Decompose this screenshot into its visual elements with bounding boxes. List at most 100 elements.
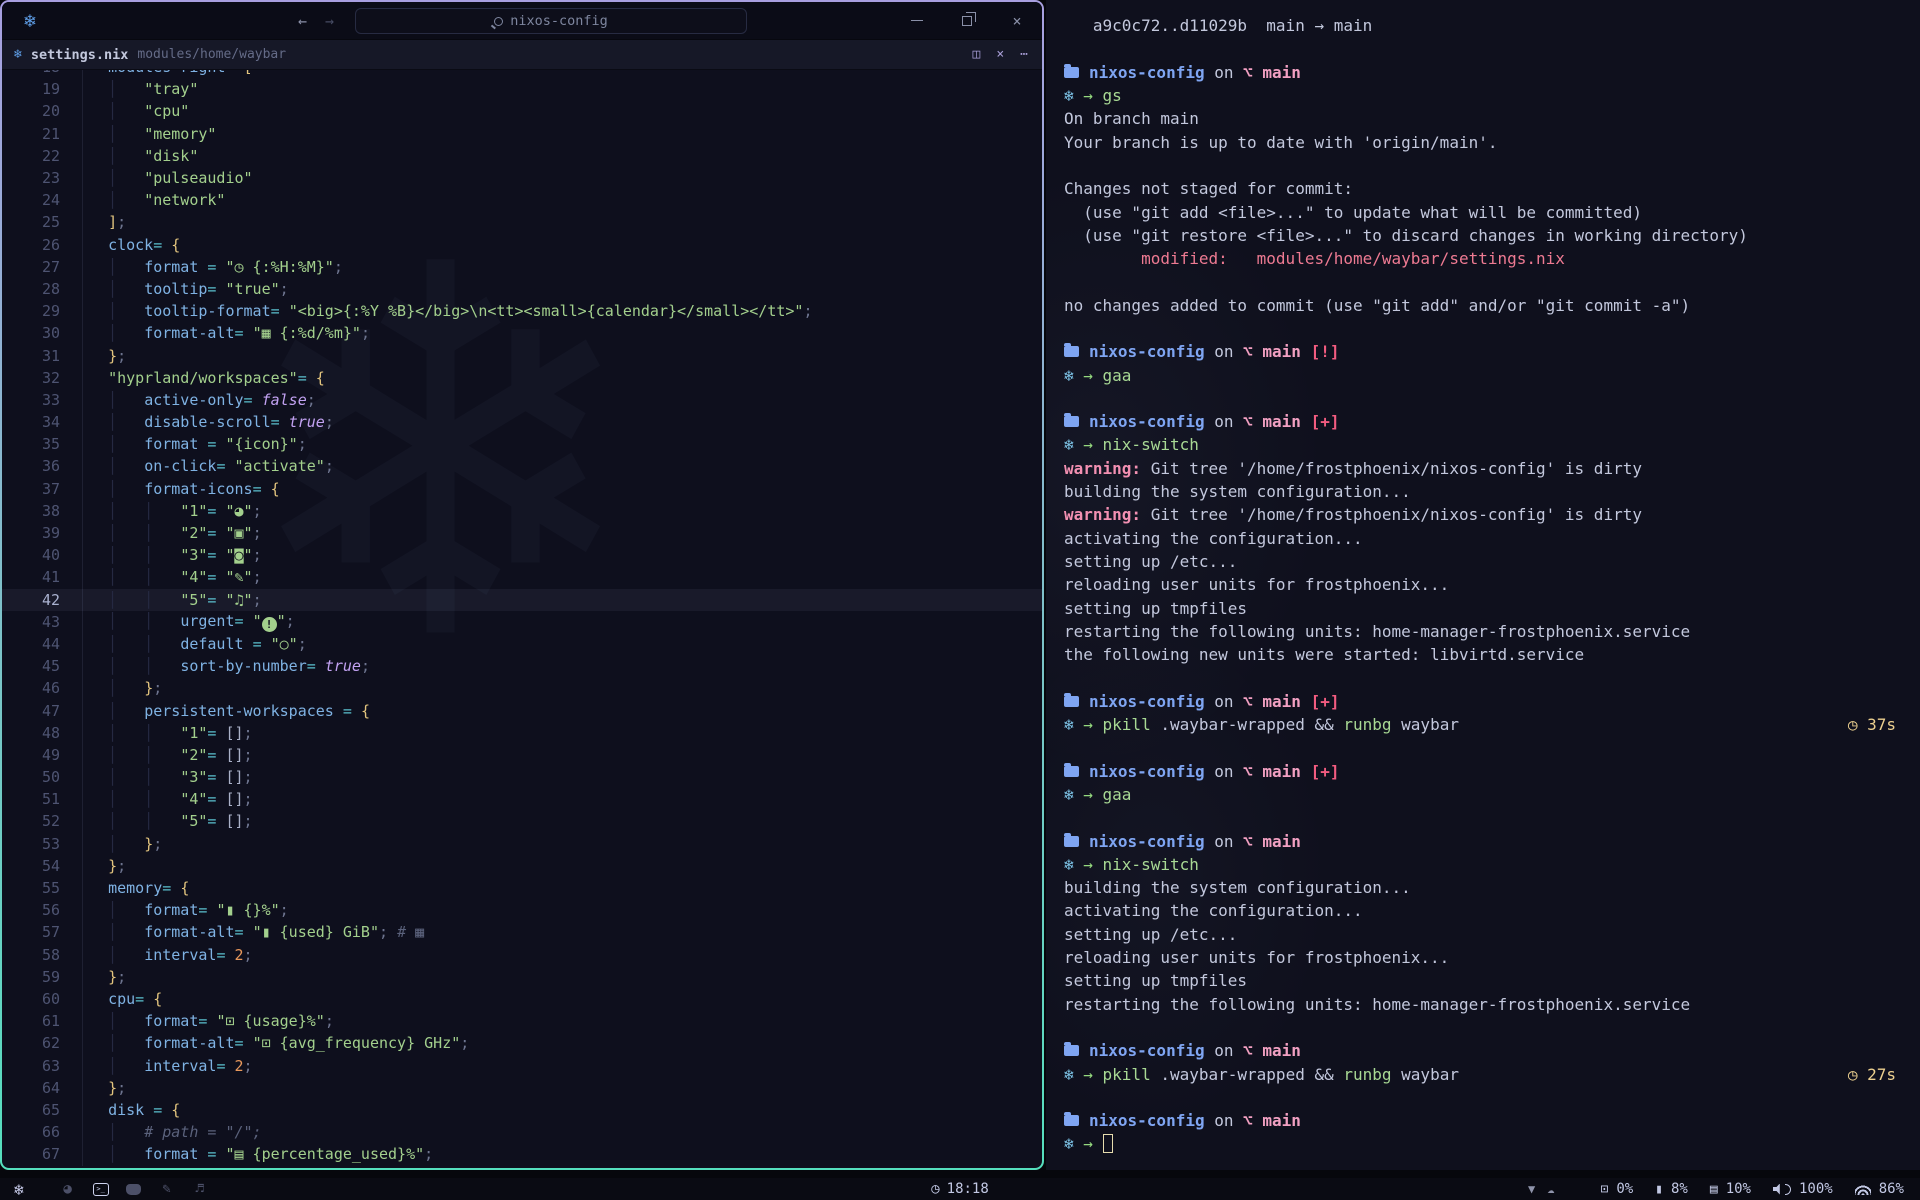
terminal-line: nixos-config on ⌥ main [+]: [1064, 410, 1902, 433]
command-duration: ◷ 37s: [1848, 715, 1896, 734]
terminal-window[interactable]: a9c0c72..d11029b main → mainnixos-config…: [1046, 0, 1920, 1170]
close-tab-icon[interactable]: ×: [996, 47, 1004, 62]
line-number: 24: [2, 191, 60, 209]
more-options-icon[interactable]: ⋯: [1020, 47, 1028, 62]
terminal-line: ❄ → nix-switch: [1064, 853, 1902, 876]
folder-icon: [1064, 346, 1079, 357]
terminal-line: ❄ → gaa: [1064, 363, 1902, 386]
line-number: 19: [2, 80, 60, 98]
terminal-line: ❄ →: [1064, 1132, 1902, 1155]
terminal-line: reloading user units for frostphoenix...: [1064, 946, 1902, 969]
terminal-cursor: [1103, 1134, 1113, 1153]
code-line: 41 │ │ "4"= "✎";: [2, 566, 1042, 588]
line-number: 67: [2, 1145, 60, 1163]
code-line: 64 };: [2, 1077, 1042, 1099]
wifi-module[interactable]: 86%: [1855, 1181, 1904, 1197]
code-line: 39 │ │ "2"= "▣";: [2, 522, 1042, 544]
nix-file-icon: ❄: [14, 47, 22, 62]
code-line: 67 │ format = "▤ {percentage_used}%";: [2, 1143, 1042, 1165]
terminal-line: [1064, 270, 1902, 293]
line-number: 22: [2, 147, 60, 165]
code-line: 59 };: [2, 966, 1042, 988]
folder-icon: [1064, 416, 1079, 427]
code-line: 31 };: [2, 344, 1042, 366]
disk-module[interactable]: ▤10%: [1710, 1181, 1751, 1197]
nav-back-icon[interactable]: ←: [298, 12, 307, 30]
line-number: 20: [2, 102, 60, 120]
code-line: 22 │ "disk": [2, 145, 1042, 167]
line-number: 59: [2, 968, 60, 986]
nav-forward-icon[interactable]: →: [325, 12, 334, 30]
folder-icon: [1064, 696, 1079, 707]
line-number: 26: [2, 236, 60, 254]
terminal-line: restarting the following units: home-man…: [1064, 992, 1902, 1015]
editor-tabbar: ❄ settings.nix modules/home/waybar ◫ × ⋯: [2, 40, 1042, 70]
terminal-line: [1064, 1016, 1902, 1039]
line-number: 63: [2, 1057, 60, 1075]
close-button[interactable]: ×: [1006, 10, 1028, 32]
terminal-line: [1064, 806, 1902, 829]
terminal-line: [1064, 37, 1902, 60]
line-number: 48: [2, 724, 60, 742]
terminal-line: setting up /etc...: [1064, 923, 1902, 946]
code-editor[interactable]: ❄ 18 modules-right= [19 │ "tray"20 │ "cp…: [2, 70, 1042, 1166]
line-number: 51: [2, 790, 60, 808]
taskbar: ❄ ◕>_✎♬ ◷ 18:18 ▼☁ ⊡0%▮8%▤10%100%86%: [0, 1178, 1920, 1200]
code-line: 43 │ │ urgent= "!";: [2, 611, 1042, 633]
project-search-input[interactable]: nixos-config: [355, 8, 747, 34]
terminal-line: reloading user units for frostphoenix...: [1064, 573, 1902, 596]
line-number: 47: [2, 702, 60, 720]
cpu-icon: ⊡: [1600, 1182, 1608, 1197]
terminal-line: building the system configuration...: [1064, 876, 1902, 899]
clock-icon: ◷: [931, 1181, 939, 1197]
code-line: 42 │ │ "5"= "♫";: [2, 589, 1042, 611]
code-line: 51 │ │ "4"= [];: [2, 788, 1042, 810]
line-number: 64: [2, 1079, 60, 1097]
command-duration: ◷ 27s: [1848, 1065, 1896, 1084]
restore-button[interactable]: [956, 10, 978, 32]
line-number: 46: [2, 679, 60, 697]
nix-logo-icon: ❄: [24, 10, 35, 32]
terminal-line: [1064, 1086, 1902, 1109]
split-pane-icon[interactable]: ◫: [973, 47, 981, 62]
urgent-icon: !: [262, 617, 277, 632]
line-number: 55: [2, 879, 60, 897]
clock-time: 18:18: [947, 1181, 989, 1197]
terminal-line: ❄ → nix-switch: [1064, 433, 1902, 456]
cpu-value: 0%: [1616, 1181, 1633, 1197]
folder-icon: [1064, 1045, 1079, 1056]
terminal-line: On branch main: [1064, 107, 1902, 130]
tray-cloud-icon[interactable]: ☁: [1547, 1182, 1554, 1196]
tab-filename[interactable]: settings.nix: [31, 47, 129, 63]
code-line: 32 "hyprland/workspaces"= {: [2, 367, 1042, 389]
line-number: 57: [2, 923, 60, 941]
line-number: 25: [2, 213, 60, 231]
terminal-line: [1064, 387, 1902, 410]
memory-module[interactable]: ▮8%: [1655, 1181, 1688, 1197]
tray-signal-triangle-icon[interactable]: ▼: [1528, 1182, 1535, 1196]
line-number: 31: [2, 347, 60, 365]
code-line: 27 │ format = "◷ {:%H:%M}";: [2, 256, 1042, 278]
minimize-button[interactable]: [906, 10, 928, 32]
code-line: 40 │ │ "3"= "◙";: [2, 544, 1042, 566]
code-line: 68 │ interval= 60;: [2, 1165, 1042, 1166]
terminal-line: ❄ → pkill .waybar-wrapped && runbg wayba…: [1064, 1062, 1902, 1085]
line-number: 39: [2, 524, 60, 542]
code-line: 63 │ interval= 2;: [2, 1054, 1042, 1076]
line-number: 40: [2, 546, 60, 564]
terminal-line: nixos-config on ⌥ main [+]: [1064, 690, 1902, 713]
line-number: 18: [2, 70, 60, 76]
line-number: 49: [2, 746, 60, 764]
terminal-line: restarting the following units: home-man…: [1064, 620, 1902, 643]
volume-module[interactable]: 100%: [1773, 1181, 1833, 1197]
line-number: 30: [2, 324, 60, 342]
line-number: 44: [2, 635, 60, 653]
volume-icon: [1773, 1184, 1791, 1195]
terminal-line: nixos-config on ⌥ main: [1064, 1039, 1902, 1062]
code-line: 50 │ │ "3"= [];: [2, 766, 1042, 788]
code-line: 37 │ format-icons= {: [2, 478, 1042, 500]
line-number: 37: [2, 480, 60, 498]
cpu-module[interactable]: ⊡ 0%: [1600, 1181, 1633, 1197]
code-line: 26 clock= {: [2, 234, 1042, 256]
code-line: 18 modules-right= [: [2, 70, 1042, 78]
